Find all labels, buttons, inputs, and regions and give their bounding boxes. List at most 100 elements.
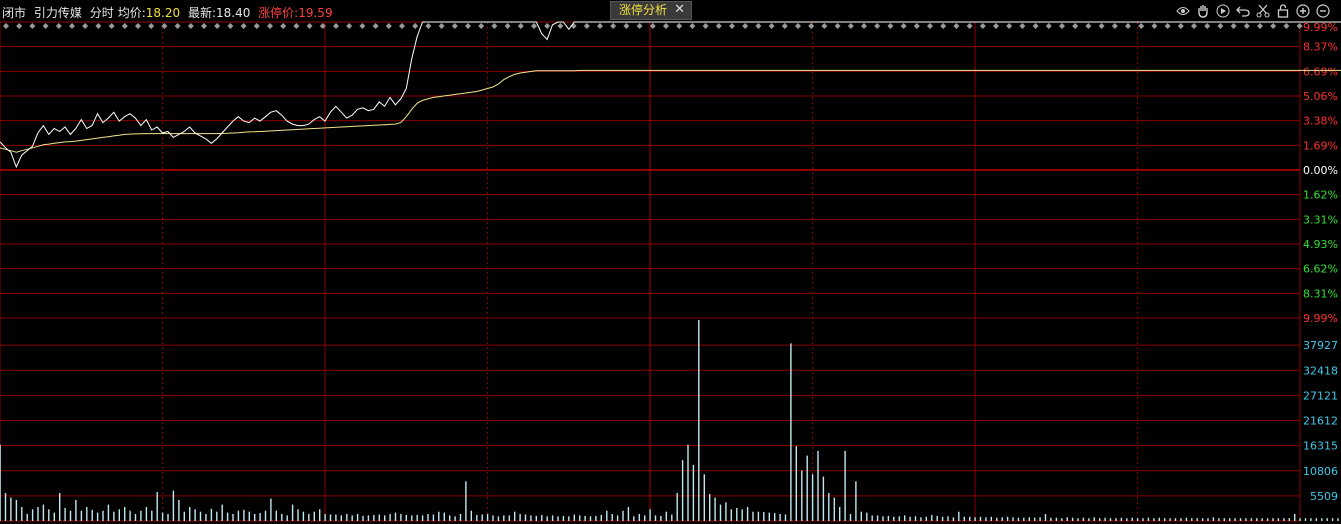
volume-bar	[80, 510, 83, 521]
volume-bar	[979, 516, 982, 521]
volume-bar	[226, 512, 229, 521]
volume-bar	[768, 512, 770, 521]
volume-tick-label: 16315	[1303, 440, 1338, 453]
volume-bar	[10, 497, 12, 521]
market-status: 闭市	[2, 6, 27, 20]
volume-bar	[210, 508, 213, 521]
volume-bar	[1185, 517, 1188, 521]
limit-marker	[1204, 23, 1211, 29]
limit-marker	[1072, 23, 1079, 29]
tab-limit-analysis[interactable]: 涨停分析 ✕	[610, 1, 692, 20]
play-icon[interactable]	[1215, 3, 1231, 19]
zoom-out-icon[interactable]	[1315, 3, 1331, 19]
volume-bar	[1331, 518, 1334, 521]
limit-marker	[504, 23, 511, 29]
volume-bar	[1077, 518, 1079, 521]
limit-marker	[227, 23, 234, 29]
limit-marker	[940, 23, 947, 29]
volume-bar	[481, 514, 483, 521]
limit-marker	[16, 23, 23, 29]
limit-marker	[795, 23, 801, 29]
volume-bar	[584, 515, 586, 521]
volume-bar	[546, 516, 548, 521]
limit-marker	[438, 23, 445, 29]
volume-bar	[936, 515, 938, 521]
volume-bar	[671, 514, 673, 521]
volume-bar	[1104, 517, 1106, 521]
limit-marker	[3, 23, 9, 29]
volume-bar	[871, 515, 873, 521]
volume-bar	[633, 516, 635, 521]
volume-bar	[681, 460, 684, 521]
limit-marker	[346, 23, 353, 29]
limit-marker	[121, 23, 128, 29]
volume-bar	[194, 509, 196, 521]
limit-marker	[82, 23, 89, 29]
volume-bar	[741, 509, 743, 521]
volume-bar	[855, 481, 857, 521]
limit-marker	[636, 23, 643, 29]
limit-marker	[887, 23, 894, 29]
volume-bar	[503, 515, 505, 521]
limit-marker	[399, 23, 405, 29]
volume-bar	[297, 509, 299, 521]
volume-bar	[1136, 518, 1139, 521]
volume-bar	[1153, 518, 1155, 521]
volume-bar	[849, 514, 852, 521]
volume-bar	[248, 511, 250, 521]
volume-bar	[1142, 518, 1144, 521]
volume-bar	[676, 493, 678, 521]
volume-bar	[432, 514, 435, 521]
volume-bar	[1082, 517, 1085, 521]
limit-marker	[583, 23, 590, 29]
intraday-chart[interactable]: 9.99% 8.37% 6.69% 5.06% 3.38% 1.69% 0.00% 1.62%…	[0, 0, 1341, 524]
limit-marker	[1111, 23, 1118, 29]
volume-bar	[313, 511, 315, 521]
eye-icon[interactable]	[1175, 3, 1191, 19]
limit-marker	[1006, 23, 1013, 29]
volume-bar	[909, 516, 911, 521]
volume-bar	[1315, 518, 1318, 521]
limit-marker	[1019, 23, 1026, 29]
volume-bar	[828, 493, 830, 521]
undo-icon[interactable]	[1235, 3, 1251, 19]
volume-bar	[1001, 517, 1003, 521]
zoom-in-icon[interactable]	[1295, 3, 1311, 19]
volume-bar	[405, 514, 407, 521]
volume-bar	[400, 514, 402, 521]
volume-bar	[470, 510, 472, 521]
volume-tick-label: 37927	[1303, 339, 1338, 352]
volume-bar	[925, 516, 927, 521]
limit-marker	[610, 23, 617, 29]
volume-bar	[974, 517, 976, 521]
hand-icon[interactable]	[1195, 3, 1211, 19]
avg-value: 18.20	[145, 6, 181, 20]
volume-bar	[714, 497, 716, 521]
close-icon[interactable]: ✕	[674, 1, 685, 18]
volume-bar	[221, 504, 223, 521]
volume-bar	[996, 517, 998, 521]
limit-marker	[544, 23, 551, 29]
limit-marker	[702, 23, 709, 29]
limit-marker	[1032, 23, 1039, 29]
volume-bar	[649, 509, 651, 521]
volume-bar	[351, 515, 353, 521]
volume-bar	[1061, 518, 1063, 521]
limit-marker	[1151, 23, 1158, 29]
limit-marker	[979, 23, 986, 29]
volume-bar	[535, 515, 537, 521]
scissors-icon[interactable]	[1255, 3, 1271, 19]
volume-bar	[1158, 517, 1160, 521]
volume-bar	[1023, 517, 1025, 521]
volume-bar	[1201, 518, 1204, 521]
tab-label: 涨停分析	[619, 3, 668, 17]
last-label: 最新:	[187, 6, 216, 20]
volume-bar	[514, 511, 516, 521]
volume-bar	[416, 514, 418, 521]
volume-bar	[86, 507, 88, 521]
volume-bar	[1272, 518, 1274, 521]
volume-bar	[627, 507, 630, 521]
volume-bar	[616, 515, 619, 521]
limit-marker	[372, 23, 379, 29]
lock-icon[interactable]	[1275, 3, 1291, 19]
